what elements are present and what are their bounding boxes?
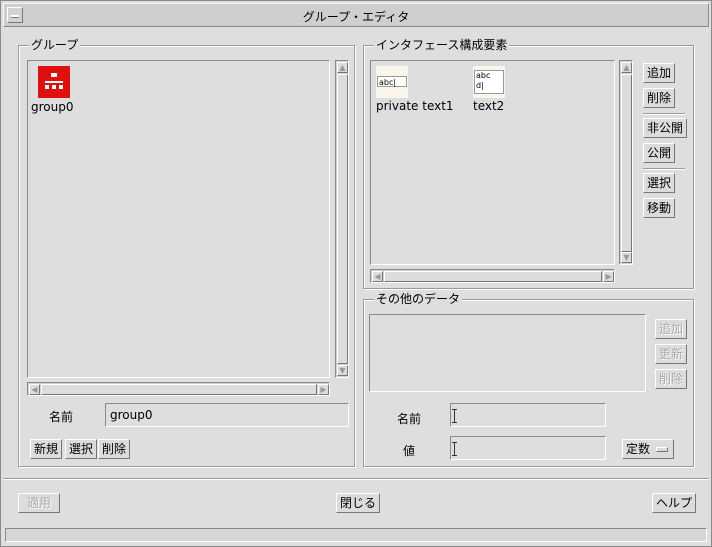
data-value-field[interactable] xyxy=(450,436,606,460)
select-group-button[interactable]: 選択 xyxy=(65,439,98,459)
help-button[interactable]: ヘルプ xyxy=(652,493,697,513)
scroll-right-icon[interactable]: ▶ xyxy=(603,271,614,282)
group-name-label: 名前 xyxy=(49,410,74,424)
add-component-button[interactable]: 追加 xyxy=(643,63,676,83)
scroll-thumb[interactable] xyxy=(621,74,632,252)
list-item-label: private text1 xyxy=(376,99,454,113)
scroll-left-icon[interactable]: ◀ xyxy=(29,384,40,395)
interface-list-hscroll[interactable]: ◀ ▶ xyxy=(370,269,615,283)
group-icon xyxy=(38,66,70,98)
data-name-field[interactable] xyxy=(450,403,606,427)
add-data-button[interactable]: 追加 xyxy=(655,319,688,339)
scroll-down-icon[interactable]: ▼ xyxy=(337,365,348,376)
list-item-label: group0 xyxy=(31,100,74,114)
apply-button[interactable]: 適用 xyxy=(18,493,60,513)
group-editor-window: グループ・エディタ グループ group0 ▲ ▼ ◀ ▶ 名前 group0 xyxy=(0,0,712,547)
scroll-down-icon[interactable]: ▼ xyxy=(621,252,632,263)
new-group-button[interactable]: 新規 xyxy=(30,439,63,459)
scroll-thumb[interactable] xyxy=(41,384,317,395)
select-component-button[interactable]: 選択 xyxy=(643,173,676,193)
data-value-label: 値 xyxy=(403,444,416,458)
move-component-button[interactable]: 移動 xyxy=(643,198,676,218)
text-field-icon: abc| xyxy=(376,66,408,98)
text-area-line: d| xyxy=(476,81,484,90)
update-data-button[interactable]: 更新 xyxy=(655,344,688,364)
list-item-label: text2 xyxy=(473,99,505,113)
window-title: グループ・エディタ xyxy=(302,10,410,24)
title-bar[interactable]: グループ・エディタ xyxy=(3,3,709,27)
interface-panel-legend: インタフェース構成要素 xyxy=(374,38,510,52)
group-name-field[interactable]: group0 xyxy=(105,403,349,427)
delete-component-button[interactable]: 削除 xyxy=(643,88,676,108)
text-area-icon: abc d| xyxy=(473,66,505,98)
other-data-list[interactable] xyxy=(369,314,646,392)
interface-list-vscroll[interactable]: ▲ ▼ xyxy=(619,60,633,265)
delete-group-button[interactable]: 削除 xyxy=(98,439,131,459)
data-name-label: 名前 xyxy=(397,412,422,426)
footer-divider xyxy=(3,478,709,480)
public-button[interactable]: 公開 xyxy=(643,143,676,163)
scroll-up-icon[interactable]: ▲ xyxy=(621,62,632,73)
close-button[interactable]: 閉じる xyxy=(336,493,381,513)
scroll-thumb[interactable] xyxy=(384,271,602,282)
text-field-preview: abc| xyxy=(377,76,407,87)
interface-list[interactable]: abc| private text1 abc d| text2 xyxy=(370,60,615,265)
private-button[interactable]: 非公開 xyxy=(643,118,688,138)
type-option-label: 定数 xyxy=(626,442,651,456)
scroll-thumb[interactable] xyxy=(337,74,348,364)
group-list[interactable]: group0 xyxy=(27,60,330,378)
other-data-panel-legend: その他のデータ xyxy=(374,292,463,306)
group-panel-legend: グループ xyxy=(29,38,81,52)
text-cursor-icon xyxy=(452,409,458,423)
scroll-left-icon[interactable]: ◀ xyxy=(372,271,383,282)
group-list-vscroll[interactable]: ▲ ▼ xyxy=(335,60,349,378)
option-menu-icon xyxy=(656,447,668,452)
delete-data-button[interactable]: 削除 xyxy=(655,369,688,389)
group-name-value: group0 xyxy=(110,408,153,422)
type-option-menu[interactable]: 定数 xyxy=(622,439,674,459)
scroll-up-icon[interactable]: ▲ xyxy=(337,62,348,73)
text-area-line: abc xyxy=(476,71,491,80)
scroll-right-icon[interactable]: ▶ xyxy=(318,384,329,395)
text-cursor-icon xyxy=(452,442,458,456)
divider xyxy=(643,113,685,115)
status-bar xyxy=(5,528,707,542)
text-area-preview: abc d| xyxy=(474,70,504,94)
divider xyxy=(643,168,685,170)
group-list-hscroll[interactable]: ◀ ▶ xyxy=(27,382,330,396)
